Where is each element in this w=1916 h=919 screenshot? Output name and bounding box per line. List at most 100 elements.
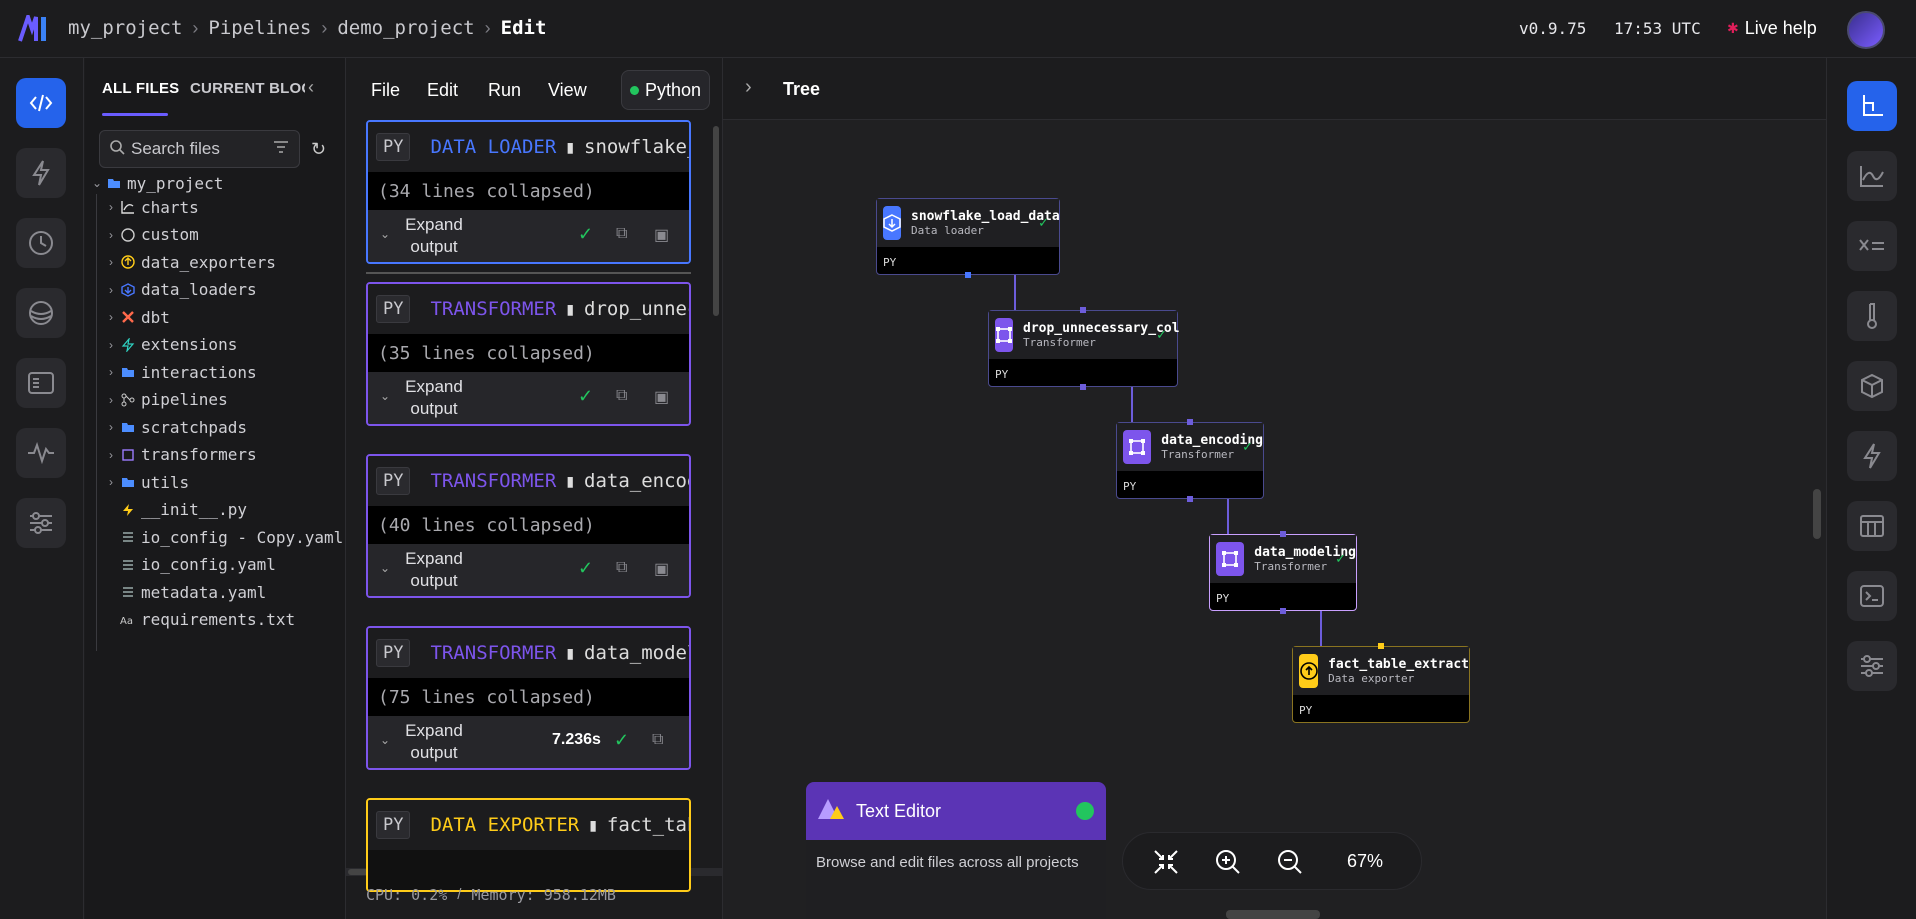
tree-folder[interactable]: › extensions	[103, 332, 237, 358]
history-clock-icon[interactable]	[16, 218, 66, 268]
input-port[interactable]	[1187, 419, 1193, 425]
expand-output-button[interactable]: Expand output	[398, 376, 470, 420]
breadcrumb-pipeline[interactable]: demo_project	[337, 17, 474, 39]
breadcrumb-project[interactable]: my_project	[68, 17, 182, 39]
output-port[interactable]	[1187, 496, 1193, 502]
menu-view[interactable]: View	[548, 80, 587, 101]
save-icon[interactable]: ▣	[654, 225, 669, 245]
tree-folder[interactable]: › interactions	[103, 359, 257, 385]
tree-folder[interactable]: › scratchpads	[103, 414, 247, 440]
tree-folder[interactable]: › dbt	[103, 304, 170, 330]
tree-folder[interactable]: › data_exporters	[103, 249, 276, 275]
external-open-icon[interactable]	[1076, 802, 1094, 820]
search-input[interactable]	[131, 139, 251, 159]
tree-root[interactable]: ⌄ my_project	[89, 170, 223, 196]
mage-logo-icon[interactable]	[18, 10, 50, 48]
collapsed-code-indicator[interactable]: (34 lines collapsed)	[368, 172, 689, 210]
input-port[interactable]	[1080, 307, 1086, 313]
open-external-icon[interactable]: ⧉	[652, 731, 663, 749]
live-help-button[interactable]: ✱ Live help	[1727, 18, 1817, 39]
settings-sliders-icon[interactable]	[16, 498, 66, 548]
code-block[interactable]: PY DATA LOADER ▮ snowflake_load_data (34 lin…	[366, 120, 691, 264]
save-icon[interactable]: ▣	[654, 559, 669, 579]
settings-sliders-icon[interactable]	[1847, 641, 1897, 691]
tree-file[interactable]: __init__.py	[119, 497, 247, 523]
charts-icon[interactable]	[1847, 151, 1897, 201]
tab-current-block[interactable]: CURRENT BLOCK	[190, 80, 305, 97]
filter-icon[interactable]	[273, 140, 289, 158]
zoom-level[interactable]: 67%	[1347, 851, 1383, 872]
zoom-out-icon[interactable]	[1277, 849, 1303, 880]
save-icon[interactable]: ▣	[654, 387, 669, 407]
editor-scrollbar[interactable]	[713, 126, 719, 316]
zoom-in-icon[interactable]	[1215, 849, 1241, 880]
activity-icon[interactable]	[16, 428, 66, 478]
menu-run[interactable]: Run	[488, 80, 521, 101]
tree-folder[interactable]: › charts	[103, 194, 199, 220]
refresh-icon[interactable]: ↻	[311, 139, 326, 160]
output-port[interactable]	[1080, 384, 1086, 390]
code-editor-icon[interactable]	[16, 78, 66, 128]
tree-node[interactable]: snowflake_load_data Data loader ✓ PY	[876, 198, 1060, 275]
input-port[interactable]	[1280, 531, 1286, 537]
save-icon[interactable]: ▣	[690, 731, 691, 751]
block-file-name[interactable]: drop_unnecessary_col	[584, 298, 689, 320]
avatar[interactable]	[1847, 11, 1885, 49]
collapsed-code-indicator[interactable]: (40 lines collapsed)	[368, 506, 689, 544]
open-external-icon[interactable]: ⧉	[616, 225, 627, 243]
tree-view-icon[interactable]	[1847, 81, 1897, 131]
secrets-thermometer-icon[interactable]	[1847, 291, 1897, 341]
chevron-down-icon[interactable]: ⌄	[380, 733, 390, 747]
tree-folder[interactable]: › custom	[103, 222, 199, 248]
code-block[interactable]: PY TRANSFORMER ▮ data_modeling (75 lines col…	[366, 626, 691, 770]
tree-file[interactable]: io_config.yaml	[119, 552, 276, 578]
code-block[interactable]: PY TRANSFORMER ▮ drop_unnecessary_col (35 li…	[366, 282, 691, 426]
tab-all-files[interactable]: ALL FILES	[102, 80, 179, 97]
triggers-bolt-icon[interactable]	[1847, 431, 1897, 481]
open-external-icon[interactable]: ⧉	[616, 387, 627, 405]
variables-icon[interactable]	[1847, 221, 1897, 271]
chevron-down-icon[interactable]: ⌄	[380, 561, 390, 575]
tree-folder[interactable]: › data_loaders	[103, 277, 257, 303]
chevron-down-icon[interactable]: ⌄	[380, 227, 390, 241]
chevron-down-icon[interactable]: ⌄	[380, 389, 390, 403]
text-editor-popup[interactable]: Text Editor Browse and edit files across…	[806, 782, 1106, 919]
tree-node[interactable]: fact_table_extract Data exporter PY	[1292, 646, 1470, 723]
tree-h-scrollbar[interactable]	[1226, 910, 1320, 919]
tree-v-scrollbar[interactable]	[1813, 489, 1821, 539]
expand-output-button[interactable]: Expand output	[398, 548, 470, 592]
menu-edit[interactable]: Edit	[427, 80, 458, 101]
breadcrumb-pipelines[interactable]: Pipelines	[208, 17, 311, 39]
triggers-icon[interactable]	[16, 148, 66, 198]
collapsed-code-indicator[interactable]: (35 lines collapsed)	[368, 334, 689, 372]
fit-to-screen-icon[interactable]	[1153, 849, 1179, 880]
code-block[interactable]: PY DATA EXPORTER ▮ fact_table_extract	[366, 798, 691, 892]
open-external-icon[interactable]: ⧉	[616, 559, 627, 577]
expand-output-button[interactable]: Expand output	[398, 214, 470, 258]
block-file-name[interactable]: data_modeling	[584, 642, 689, 664]
block-file-name[interactable]: data_encoding	[584, 470, 689, 492]
tree-file[interactable]: metadata.yaml	[119, 579, 266, 605]
output-port[interactable]	[965, 272, 971, 278]
tree-file[interactable]: Aa requirements.txt	[119, 607, 295, 633]
terminal-box-icon[interactable]	[16, 358, 66, 408]
tree-folder[interactable]: › pipelines	[103, 387, 228, 413]
expand-output-button[interactable]: Expand output	[398, 720, 470, 764]
collapse-panel-icon[interactable]: ‹	[308, 77, 314, 98]
block-cube-icon[interactable]	[1847, 361, 1897, 411]
monitor-planet-icon[interactable]	[16, 288, 66, 338]
collapsed-code-indicator[interactable]: (75 lines collapsed)	[368, 678, 689, 716]
terminal-icon[interactable]	[1847, 571, 1897, 621]
tree-folder[interactable]: › utils	[103, 469, 189, 495]
tree-folder[interactable]: › transformers	[103, 442, 257, 468]
tree-node[interactable]: data_modeling Transformer ✓ PY	[1209, 534, 1357, 611]
kernel-language-button[interactable]: Python	[621, 70, 710, 110]
input-port[interactable]	[1378, 643, 1384, 649]
table-icon[interactable]	[1847, 501, 1897, 551]
tree-file[interactable]: io_config - Copy.yaml	[119, 524, 343, 550]
menu-file[interactable]: File	[371, 80, 400, 101]
tree-node[interactable]: data_encoding Transformer ✓ PY	[1116, 422, 1264, 499]
tree-node[interactable]: drop_unnecessary_col Transformer ✓ PY	[988, 310, 1180, 387]
output-port[interactable]	[1280, 608, 1286, 614]
code-block[interactable]: PY TRANSFORMER ▮ data_encoding (40 lines col…	[366, 454, 691, 598]
